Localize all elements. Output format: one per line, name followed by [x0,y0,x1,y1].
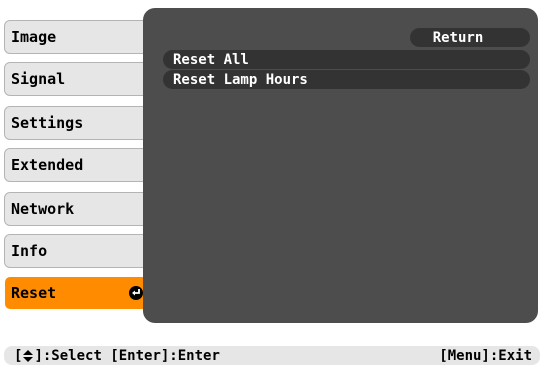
menu-item-label: Settings [11,114,84,132]
menu-item-network[interactable]: Network [4,192,155,226]
menu-item-label: Image [11,28,57,46]
menu-item-label: Signal [11,70,66,88]
status-select-prefix: [ [14,347,23,364]
menu-item-signal[interactable]: Signal [4,62,155,96]
status-menu-exit: [Menu]:Exit [439,347,532,364]
menu-item-reset[interactable]: Reset [4,276,150,310]
menu-item-image[interactable]: Image [4,20,155,54]
up-down-arrow-icon [23,349,34,362]
menu-item-label: Info [11,242,48,260]
menu-item-info[interactable]: Info [4,234,155,268]
menu-item-extended[interactable]: Extended [4,148,155,182]
status-help-select: [ ]:Select [Enter]:Enter [14,348,220,364]
return-button[interactable]: Return [410,28,530,47]
option-label: Reset All [173,51,249,68]
menu-item-label: Extended [11,156,84,174]
menu-item-label: Network [11,200,75,218]
menu-item-label: Reset [11,284,57,302]
menu-item-settings[interactable]: Settings [4,106,155,140]
reset-lamp-hours-option[interactable]: Reset Lamp Hours [163,70,530,89]
enter-icon [129,286,143,300]
status-bar: [ ]:Select [Enter]:Enter [Menu]:Exit [4,346,540,365]
reset-panel: Return Reset All Reset Lamp Hours [143,8,538,323]
status-select-suffix: ]:Select [Enter]:Enter [34,347,220,364]
reset-all-option[interactable]: Reset All [163,50,530,69]
option-label: Reset Lamp Hours [173,71,308,88]
